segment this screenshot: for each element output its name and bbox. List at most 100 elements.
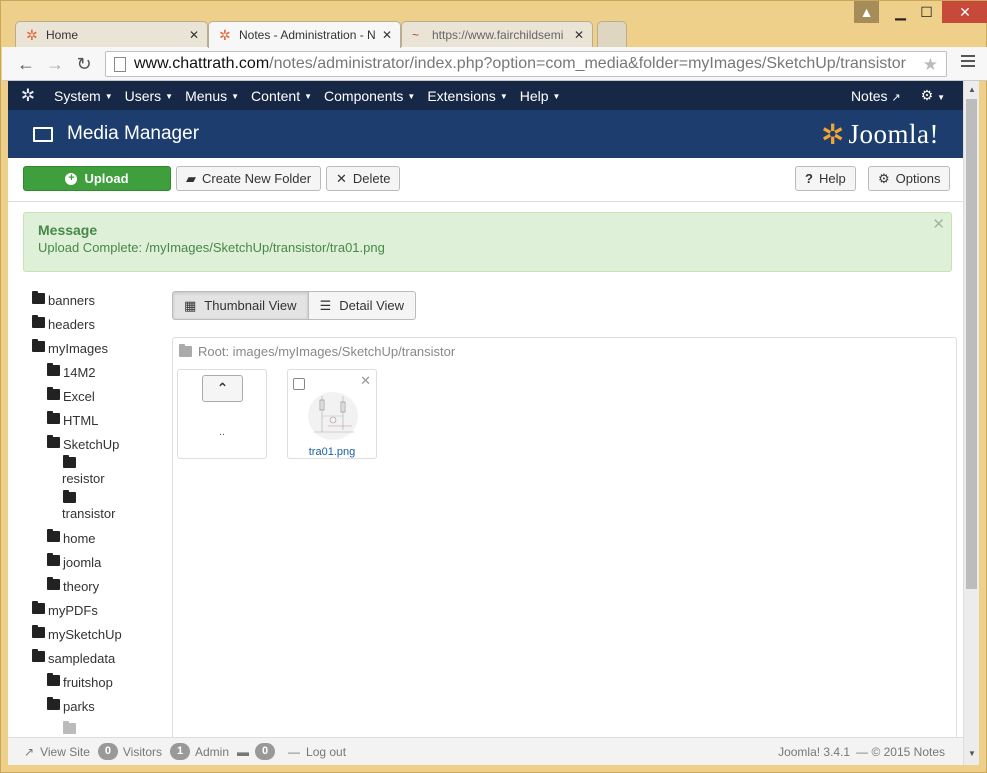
caret-down-icon: ▼: [304, 92, 313, 102]
help-button[interactable]: ? Help: [795, 166, 856, 191]
close-tab-icon[interactable]: ✕: [574, 28, 584, 42]
tree-item-mysketchup[interactable]: mySketchUp: [32, 625, 122, 642]
delete-button[interactable]: ✕ Delete: [326, 166, 401, 191]
menu-help[interactable]: Help ▼: [520, 88, 561, 104]
forward-icon[interactable]: →: [43, 52, 67, 76]
upload-button[interactable]: + Upload: [23, 166, 171, 191]
joomla-logo-icon[interactable]: ✲: [8, 86, 48, 106]
tree-label: resistor: [62, 471, 105, 486]
tab-title: Notes - Administration - N: [239, 28, 376, 42]
admin-menu: System ▼ Users ▼ Menus ▼ Content ▼ Component…: [48, 88, 572, 104]
browser-menu-icon[interactable]: [961, 55, 975, 70]
delete-file-icon[interactable]: ✕: [360, 373, 371, 389]
detail-view-label: Detail View: [339, 298, 405, 313]
minimize-icon[interactable]: ▁: [888, 1, 913, 23]
plus-circle-icon: +: [65, 172, 78, 185]
view-site-link[interactable]: Notes ↗: [851, 88, 901, 104]
menu-users[interactable]: Users ▼: [125, 88, 173, 104]
parent-folder-card[interactable]: ⌃ ..: [177, 369, 267, 459]
tab-admin[interactable]: ✲ Notes - Administration - N ✕: [208, 21, 401, 48]
menu-menus[interactable]: Menus ▼: [185, 88, 239, 104]
menu-extensions[interactable]: Extensions ▼: [427, 88, 507, 104]
tree-item-headers[interactable]: headers: [32, 315, 95, 332]
scrollbar-thumb[interactable]: [966, 99, 977, 589]
menu-label: System: [54, 87, 101, 104]
scroll-down-icon[interactable]: ▼: [968, 749, 976, 758]
menu-components[interactable]: Components ▼: [324, 88, 415, 104]
tree-label: headers: [48, 317, 95, 332]
tree-label: myImages: [48, 341, 108, 356]
maximize-icon[interactable]: ☐: [914, 1, 939, 23]
messages-count-badge: 0: [255, 743, 276, 760]
close-window-icon[interactable]: ✕: [942, 1, 987, 23]
thumbnail-view-button[interactable]: ▦ Thumbnail View: [172, 291, 309, 320]
file-name-link[interactable]: tra01.png: [288, 446, 376, 458]
scroll-up-icon[interactable]: ▲: [968, 85, 976, 94]
tree-item-resistor[interactable]: resistor: [62, 455, 105, 486]
folder-icon: [32, 601, 45, 614]
tree-item-html[interactable]: HTML: [47, 411, 98, 428]
status-footer: ↗ View Site 0 Visitors 1 Admin ▬ 0 — Log…: [8, 737, 963, 765]
schematic-thumbnail-icon: [314, 396, 354, 433]
tree-label: joomla: [63, 555, 102, 570]
folder-icon: [63, 455, 76, 468]
url-host: www.chattrath.com: [134, 55, 270, 72]
user-icon[interactable]: ▲: [854, 1, 879, 23]
close-tab-icon[interactable]: ✕: [189, 28, 199, 42]
admin-status[interactable]: 1 Admin: [170, 743, 229, 760]
tree-item-fruitshop[interactable]: fruitshop: [47, 673, 113, 690]
folder-icon: [47, 435, 60, 448]
page-scrollbar[interactable]: ▲ ▼: [963, 81, 979, 765]
tree-item-home[interactable]: home: [47, 529, 96, 546]
tree-item-14m2[interactable]: 14M2: [47, 363, 96, 380]
detail-view-button[interactable]: ☰ Detail View: [308, 291, 417, 320]
select-checkbox[interactable]: [293, 378, 305, 390]
question-icon: ?: [805, 171, 813, 186]
settings-gear-icon[interactable]: ⚙ ▼: [921, 87, 945, 104]
tab-fairchild[interactable]: ~ https://www.fairchildsemi ✕: [401, 21, 593, 47]
close-alert-icon[interactable]: ✕: [932, 215, 945, 233]
file-card-tra01[interactable]: ✕ tra01.png: [287, 369, 377, 459]
image-thumbnail[interactable]: [308, 392, 358, 440]
browser-toolbar: ← → ↻ www.chattrath.com/notes/administra…: [2, 47, 987, 81]
tree-item-myimages[interactable]: myImages: [32, 339, 108, 356]
tree-item-transistor[interactable]: transistor: [62, 490, 115, 521]
tree-item-sampledata[interactable]: sampledata: [32, 649, 115, 666]
reload-icon[interactable]: ↻: [72, 52, 96, 76]
delete-label: Delete: [352, 171, 391, 186]
chevron-up-icon[interactable]: ⌃: [202, 375, 243, 402]
tab-home[interactable]: ✲ Home ✕: [15, 21, 208, 47]
page-title: Media Manager: [67, 123, 200, 144]
view-site-link[interactable]: ↗ View Site: [8, 745, 90, 759]
upload-label: Upload: [84, 171, 129, 186]
back-icon[interactable]: ←: [14, 52, 38, 76]
tree-item-parks[interactable]: parks: [47, 697, 95, 714]
tree-item-joomla[interactable]: joomla: [47, 553, 102, 570]
create-folder-label: Create New Folder: [202, 171, 312, 186]
tree-label: theory: [63, 579, 100, 594]
admin-top-nav: ✲ System ▼ Users ▼ Menus ▼ Content ▼ Compone…: [8, 81, 963, 110]
create-folder-button[interactable]: ▰ Create New Folder: [176, 166, 322, 191]
tree-item-mypdfs[interactable]: myPDFs: [32, 601, 98, 618]
close-tab-icon[interactable]: ✕: [382, 28, 392, 42]
tree-item-sketchup[interactable]: SketchUp: [47, 435, 119, 452]
folder-icon: [47, 529, 60, 542]
options-button[interactable]: ⚙ Options: [868, 166, 951, 191]
folder-open-icon: [179, 344, 192, 357]
bookmark-star-icon[interactable]: ★: [923, 55, 938, 75]
menu-system[interactable]: System ▼: [54, 88, 113, 104]
tree-item-banners[interactable]: banners: [32, 291, 95, 308]
tree-item-excel[interactable]: Excel: [47, 387, 95, 404]
folder-icon: [47, 673, 60, 686]
tree-item-theory[interactable]: theory: [47, 577, 100, 594]
joomla-mark-icon: ✲: [821, 119, 845, 150]
folder-icon: [32, 291, 45, 304]
logout-link[interactable]: — Log out: [288, 745, 346, 759]
folder-icon: [32, 315, 45, 328]
caret-down-icon: ▼: [231, 92, 240, 102]
messages-status[interactable]: ▬ 0: [237, 743, 280, 760]
visitors-status[interactable]: 0 Visitors: [97, 743, 162, 760]
address-bar[interactable]: www.chattrath.com/notes/administrator/in…: [105, 51, 947, 77]
menu-content[interactable]: Content ▼: [251, 88, 312, 104]
new-tab-button[interactable]: [597, 21, 627, 47]
